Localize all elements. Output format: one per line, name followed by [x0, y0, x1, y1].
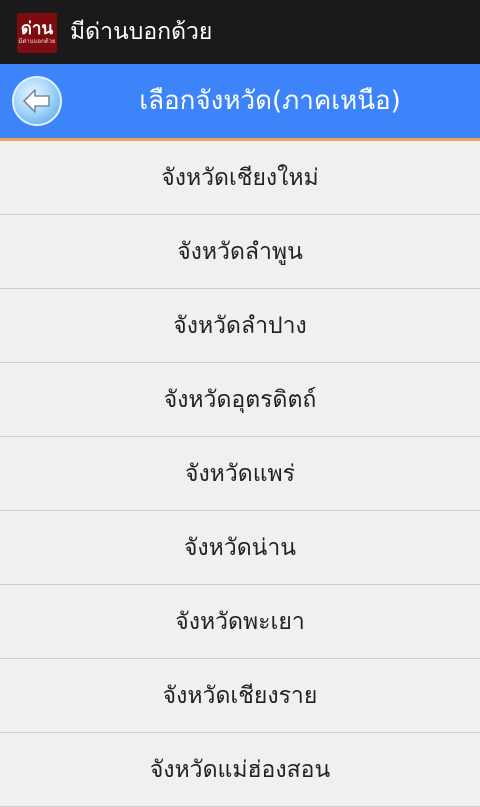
list-item-province[interactable]: จังหวัดน่าน: [0, 511, 480, 585]
list-item-province[interactable]: จังหวัดเชียงใหม่: [0, 141, 480, 215]
app-title: มีด่านบอกด้วย: [70, 19, 213, 45]
back-button[interactable]: [12, 76, 62, 126]
list-item-province[interactable]: จังหวัดแพร่: [0, 437, 480, 511]
app-logo-subtext: มีด่านบอกด้วย: [18, 38, 56, 45]
app-logo-icon[interactable]: ด่าน มีด่านบอกด้วย: [17, 13, 57, 53]
list-item-province[interactable]: จังหวัดพะเยา: [0, 585, 480, 659]
app-logo-text: ด่าน: [20, 19, 54, 39]
list-item-province[interactable]: จังหวัดเชียงราย: [0, 659, 480, 733]
list-item-province[interactable]: จังหวัดแม่ฮ่องสอน: [0, 733, 480, 807]
action-bar: ด่าน มีด่านบอกด้วย มีด่านบอกด้วย: [0, 0, 480, 64]
page-title: เลือกจังหวัด(ภาคเหนือ): [139, 86, 401, 116]
list-item-province[interactable]: จังหวัดลำปาง: [0, 289, 480, 363]
back-arrow-icon: [23, 89, 50, 113]
province-list: จังหวัดเชียงใหม่ จังหวัดลำพูน จังหวัดลำป…: [0, 141, 480, 807]
list-item-province[interactable]: จังหวัดอุตรดิตถ์: [0, 363, 480, 437]
list-item-province[interactable]: จังหวัดลำพูน: [0, 215, 480, 289]
